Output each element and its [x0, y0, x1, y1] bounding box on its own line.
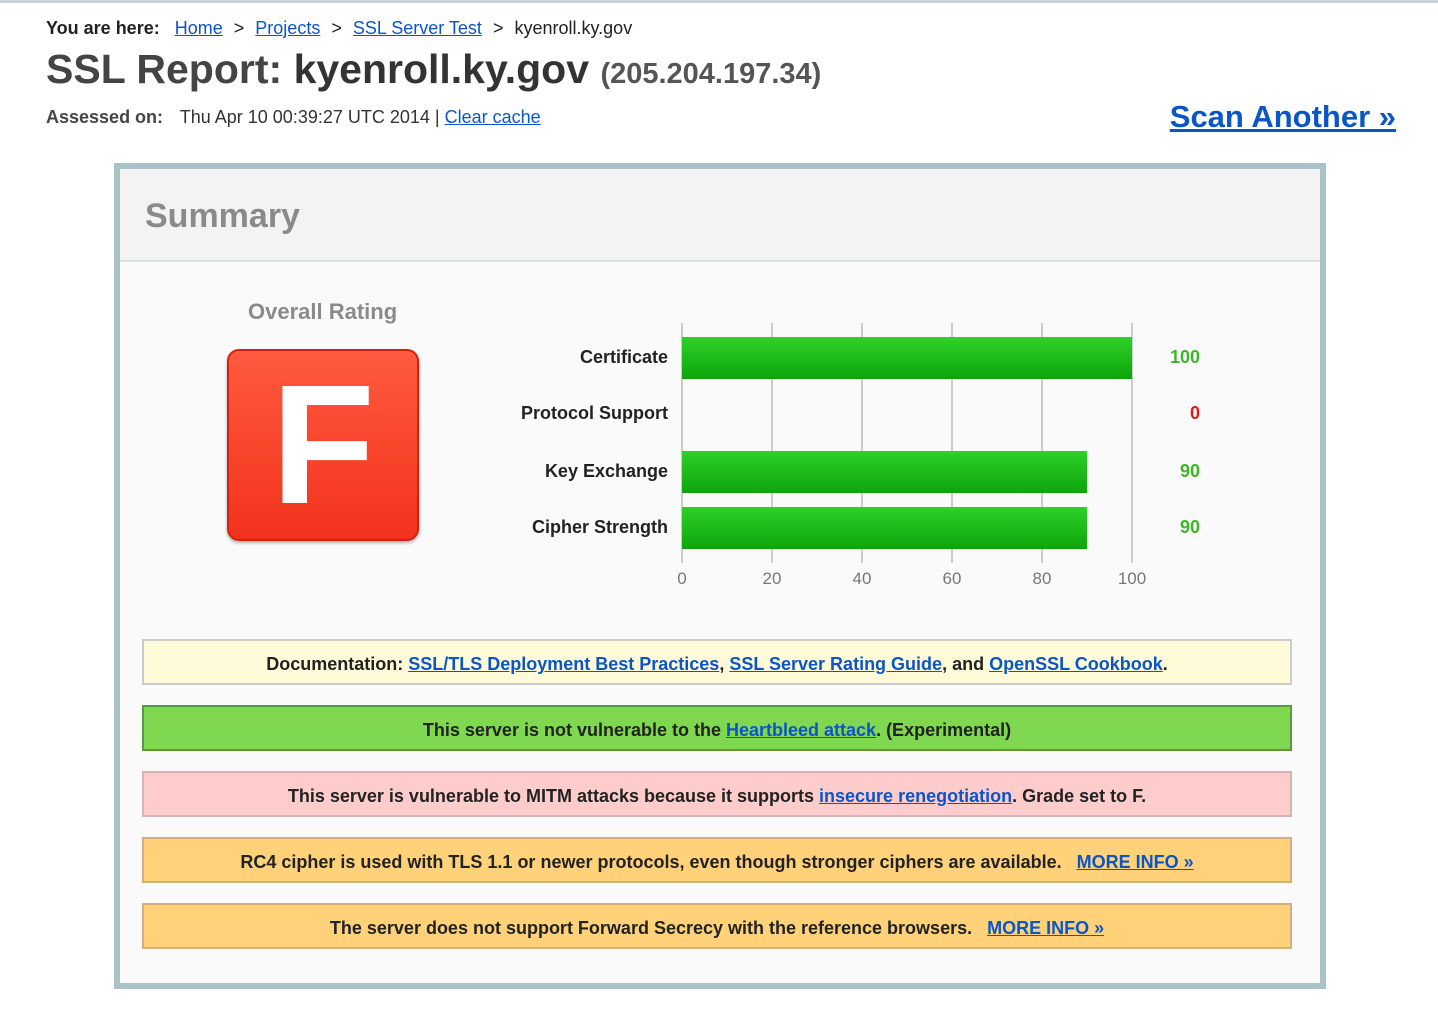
- message-text: The server does not support Forward Secr…: [329, 918, 978, 938]
- breadcrumb-ssl-server-test-link[interactable]: SSL Server Test: [353, 18, 482, 38]
- assessed-label: Assessed on:: [46, 107, 164, 127]
- message-link[interactable]: Heartbleed attack: [726, 720, 876, 740]
- x-tick-label: 60: [942, 569, 962, 588]
- top-border: [0, 0, 1438, 3]
- title-ip: (205.204.197.34): [600, 58, 822, 90]
- category-label: Cipher Strength: [531, 517, 668, 537]
- title-host: kyenroll.ky.gov: [293, 46, 590, 92]
- scan-another-link[interactable]: Scan Another »: [1170, 99, 1396, 135]
- message-text: . (Experimental): [876, 720, 1012, 740]
- x-tick-label: 0: [677, 569, 687, 588]
- category-label: Key Exchange: [544, 461, 668, 481]
- breadcrumb-home-link[interactable]: Home: [175, 18, 223, 38]
- breadcrumb-label: You are here:: [46, 18, 160, 38]
- x-tick-label: 40: [852, 569, 872, 588]
- more-info-link[interactable]: MORE INFO »: [987, 918, 1104, 938]
- title-prefix: SSL Report:: [46, 46, 283, 92]
- bar-certificate: [682, 337, 1132, 379]
- message-text: Documentation:: [266, 654, 409, 674]
- message-link[interactable]: insecure renegotiation: [819, 786, 1012, 806]
- message-text: RC4 cipher is used with TLS 1.1 or newer…: [240, 852, 1067, 872]
- assessed-separator: |: [434, 107, 440, 127]
- message-bad: This server is vulnerable to MITM attack…: [142, 771, 1292, 817]
- value-label: 0: [1189, 403, 1200, 423]
- message-text: This server is not vulnerable to the: [422, 720, 726, 740]
- rating-chart-svg: [681, 323, 1133, 563]
- breadcrumb-current: kyenroll.ky.gov: [514, 18, 633, 38]
- category-label: Protocol Support: [521, 403, 668, 423]
- category-label: Certificate: [579, 347, 668, 367]
- message-text: ,: [719, 654, 730, 674]
- message-text: , and: [942, 654, 990, 674]
- value-label: 100: [1169, 347, 1200, 367]
- bar-key-exchange: [682, 451, 1087, 493]
- message-ok: This server is not vulnerable to the Hea…: [142, 705, 1292, 751]
- assessed-line: Assessed on: Thu Apr 10 00:39:27 UTC 201…: [46, 107, 541, 128]
- value-label: 90: [1179, 461, 1200, 481]
- message-text: This server is vulnerable to MITM attack…: [287, 786, 820, 806]
- message-text: . Grade set to F.: [1012, 786, 1147, 806]
- assessed-value: Thu Apr 10 00:39:27 UTC 2014: [179, 107, 430, 127]
- message-warn: RC4 cipher is used with TLS 1.1 or newer…: [142, 837, 1292, 883]
- breadcrumb-projects-link[interactable]: Projects: [255, 18, 320, 38]
- message-text: .: [1162, 654, 1168, 674]
- breadcrumb-separator: >: [331, 18, 342, 38]
- bar-cipher-strength: [682, 507, 1087, 549]
- summary-panel: Summary Overall Rating F 0 20 40 60 80 100 Cer…: [114, 163, 1326, 989]
- breadcrumb-separator: >: [233, 18, 245, 38]
- value-label: 90: [1179, 517, 1200, 537]
- x-tick-label: 20: [762, 569, 782, 588]
- clear-cache-link[interactable]: Clear cache: [445, 107, 541, 127]
- x-tick-label: 100: [1117, 569, 1147, 588]
- message-doc: Documentation: SSL/TLS Deployment Best P…: [142, 639, 1292, 685]
- breadcrumb: You are here: Home > Projects > SSL Serv…: [46, 18, 632, 39]
- breadcrumb-separator: >: [492, 18, 504, 38]
- more-info-link[interactable]: MORE INFO »: [1077, 852, 1194, 872]
- message-link[interactable]: SSL Server Rating Guide: [729, 654, 942, 674]
- x-tick-label: 80: [1032, 569, 1052, 588]
- message-link[interactable]: SSL/TLS Deployment Best Practices: [408, 654, 719, 674]
- message-warn: The server does not support Forward Secr…: [142, 903, 1292, 949]
- message-link[interactable]: OpenSSL Cookbook: [989, 654, 1163, 674]
- page-title: SSL Report: kyenroll.ky.gov (205.204.197…: [46, 46, 821, 93]
